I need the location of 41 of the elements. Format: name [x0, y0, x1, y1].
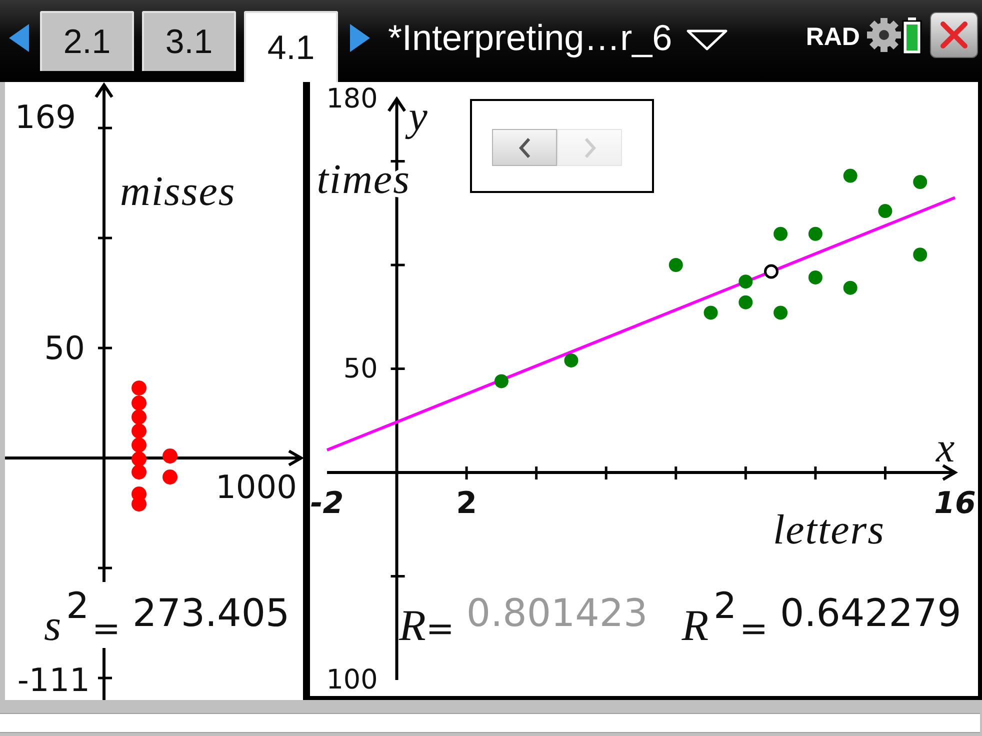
tick-label: -111 [17, 661, 90, 699]
data-point [132, 464, 146, 480]
down-triangle-icon[interactable] [686, 29, 728, 51]
tick-label: 180 [326, 84, 378, 114]
data-point [132, 410, 146, 424]
statistic-value: 0.642279 [780, 590, 962, 632]
axis-letter: x [936, 426, 956, 472]
data-point [132, 380, 146, 396]
axis-label: letters [773, 508, 885, 554]
data-point [162, 470, 178, 484]
tick-label: 50 [44, 329, 85, 367]
chevron-right-icon [582, 136, 596, 158]
tick-label: 2 [456, 486, 477, 521]
tick-label: -2 [310, 486, 344, 521]
data-point [132, 424, 146, 438]
angle-mode-label: RAD [806, 22, 860, 52]
data-point [132, 396, 146, 410]
tick-label: 100 [326, 664, 378, 696]
close-icon [940, 21, 968, 49]
previous-button[interactable] [492, 129, 557, 166]
document-title: *Interpreting…r_6 [388, 18, 672, 58]
data-point [132, 438, 146, 452]
page-tab[interactable]: 3.1 [142, 11, 236, 71]
chevron-left-icon [518, 136, 532, 158]
page-tab[interactable]: 4.1 [244, 11, 338, 82]
axis-label: misses [120, 169, 236, 215]
tick-label: 1000 [216, 468, 297, 506]
tick-label: 169 [14, 98, 76, 136]
statistic-value: 0.801423 [466, 590, 648, 632]
data-point [162, 448, 178, 464]
data-point [132, 452, 146, 466]
entry-line-field[interactable] [0, 713, 980, 733]
close-button[interactable] [930, 12, 978, 58]
data-point [132, 496, 146, 512]
battery-icon [902, 17, 922, 55]
tick-label: 50 [343, 353, 378, 384]
right-arrow-icon[interactable] [350, 24, 370, 52]
statistic-value: 273.405 [132, 590, 290, 632]
left-arrow-icon[interactable] [9, 24, 29, 52]
page-tab[interactable]: 2.1 [40, 11, 134, 71]
tick-label: 16 [934, 486, 976, 521]
